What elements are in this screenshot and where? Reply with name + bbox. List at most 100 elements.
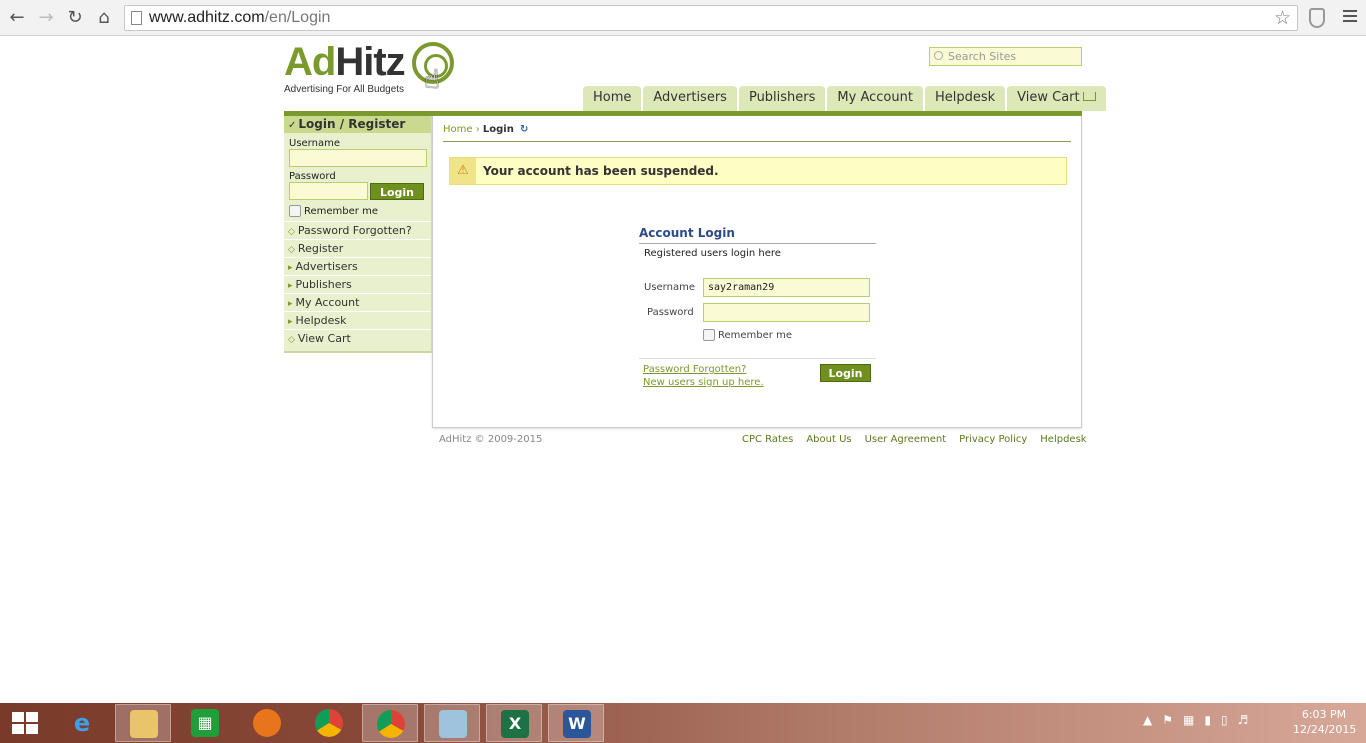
extension-shield-icon[interactable]	[1309, 8, 1325, 28]
breadcrumb: Home › Login ↻	[443, 124, 528, 135]
network-signal-icon[interactable]: ▯	[1221, 713, 1228, 727]
login-divider	[639, 358, 876, 359]
username-field[interactable]: say2raman29	[703, 278, 870, 297]
browser-menu-icon[interactable]	[1343, 10, 1357, 25]
taskbar-internet-explorer[interactable]: e	[54, 704, 110, 742]
start-windows-icon[interactable]	[12, 712, 38, 734]
nav-view-cart[interactable]: View Cart	[1007, 86, 1106, 111]
internet-explorer-icon: e	[73, 709, 91, 737]
breadcrumb-home-link[interactable]: Home	[443, 124, 473, 135]
site-tagline: Advertising For All Budgets	[284, 84, 405, 95]
taskbar-chrome[interactable]	[301, 704, 357, 742]
address-bar[interactable]: www.adhitz.com/en/Login ☆	[124, 5, 1298, 31]
password-label: Password	[647, 307, 694, 318]
signup-link[interactable]: New users sign up here.	[643, 377, 764, 388]
taskbar-firefox[interactable]	[239, 704, 295, 742]
home-icon[interactable]: ⌂	[93, 7, 115, 29]
cart-icon	[1082, 92, 1096, 101]
notepad-icon	[439, 710, 467, 738]
sidebar-link-helpdesk[interactable]: ▸ Helpdesk	[284, 311, 431, 329]
breadcrumb-separator: ›	[475, 124, 480, 135]
forward-icon[interactable]: →	[35, 7, 57, 29]
password-field[interactable]	[703, 303, 870, 322]
sidebar-login-button[interactable]: Login	[370, 182, 424, 200]
sidebar-link-password-forgotten[interactable]: ◇ Password Forgotten?	[284, 221, 431, 239]
diamond-bullet-icon: ◇	[288, 227, 295, 237]
back-icon[interactable]: ←	[6, 7, 28, 29]
taskbar-excel[interactable]: X	[486, 704, 542, 742]
diamond-bullet-icon: ◇	[288, 245, 295, 255]
firefox-icon	[253, 709, 281, 737]
taskbar-clock[interactable]: 6:03 PM 12/24/2015	[1293, 707, 1357, 737]
page-icon	[131, 11, 142, 25]
footer-link-privacy-policy[interactable]: Privacy Policy	[959, 434, 1027, 445]
main-panel: Home › Login ↻ ⚠ Your account has been s…	[432, 116, 1082, 428]
warning-icon: ⚠	[450, 158, 476, 184]
nav-home[interactable]: Home	[583, 86, 642, 111]
arrow-bullet-icon: ▸	[288, 281, 293, 291]
store-icon: ▦	[191, 709, 219, 737]
refresh-icon[interactable]: ↻	[520, 124, 528, 135]
site-logo[interactable]: AdHitz Advertising For All Budgets	[284, 42, 406, 95]
volume-icon[interactable]: ♬	[1238, 713, 1249, 727]
arrow-bullet-icon: ▸	[288, 263, 293, 273]
breadcrumb-divider	[443, 141, 1071, 142]
logo-hand-cursor-icon: ☝	[424, 65, 440, 95]
login-title: Account Login	[639, 226, 876, 244]
nav-advertisers[interactable]: Advertisers	[643, 86, 737, 111]
search-icon	[934, 51, 943, 60]
folder-icon	[130, 710, 158, 738]
sidebar-password-input[interactable]	[289, 182, 368, 200]
account-login-form: Account Login Registered users login her…	[639, 226, 876, 388]
footer-link-user-agreement[interactable]: User Agreement	[865, 434, 947, 445]
alert-message: Your account has been suspended.	[483, 164, 719, 178]
footer-links: CPC Rates About Us User Agreement Privac…	[742, 434, 1087, 445]
remember-me-label: Remember me	[718, 330, 792, 341]
remember-me-checkbox[interactable]	[703, 329, 715, 341]
excel-icon: X	[501, 710, 529, 738]
login-subtitle: Registered users login here	[644, 248, 781, 259]
clock-date: 12/24/2015	[1293, 723, 1357, 736]
word-icon: W	[563, 710, 591, 738]
system-tray: ▲ ⚑ ▦ ▮ ▯ ♬	[1143, 713, 1248, 727]
site-search-input[interactable]: Search Sites	[929, 47, 1082, 66]
footer-link-about-us[interactable]: About Us	[806, 434, 851, 445]
suspension-alert: ⚠ Your account has been suspended.	[449, 157, 1067, 185]
sidebar-link-register[interactable]: ◇ Register	[284, 239, 431, 257]
taskbar-notepad[interactable]	[424, 704, 480, 742]
chrome-icon	[315, 709, 343, 737]
nav-helpdesk[interactable]: Helpdesk	[924, 86, 1006, 111]
username-label: Username	[644, 282, 695, 293]
reload-icon[interactable]: ↻	[64, 7, 86, 29]
taskbar-store[interactable]: ▦	[177, 704, 233, 742]
sidebar-username-input[interactable]	[289, 149, 427, 167]
sidebar-link-advertisers[interactable]: ▸ Advertisers	[284, 257, 431, 275]
action-center-flag-icon[interactable]: ⚑	[1162, 713, 1173, 727]
arrow-bullet-icon: ▸	[288, 299, 293, 309]
sidebar-link-my-account[interactable]: ▸ My Account	[284, 293, 431, 311]
sidebar: ✓ Login / Register Username Password Logi…	[284, 116, 432, 353]
password-forgotten-link[interactable]: Password Forgotten?	[643, 364, 746, 375]
show-hidden-icons-icon[interactable]: ▲	[1143, 713, 1152, 727]
sidebar-username-label: Username	[289, 138, 340, 149]
windows-flag-icon[interactable]: ▦	[1183, 713, 1194, 727]
sidebar-link-view-cart[interactable]: ◇ View Cart	[284, 329, 431, 347]
taskbar-word[interactable]: W	[548, 704, 604, 742]
taskbar-file-explorer[interactable]	[115, 704, 171, 742]
chrome-icon	[377, 710, 405, 738]
nav-my-account[interactable]: My Account	[827, 86, 923, 111]
bookmark-star-icon[interactable]: ☆	[1274, 7, 1291, 29]
sidebar-heading[interactable]: ✓ Login / Register	[284, 116, 431, 133]
sidebar-link-publishers[interactable]: ▸ Publishers	[284, 275, 431, 293]
nav-publishers[interactable]: Publishers	[738, 86, 826, 111]
footer-link-cpc-rates[interactable]: CPC Rates	[742, 434, 793, 445]
footer-link-helpdesk[interactable]: Helpdesk	[1040, 434, 1086, 445]
arrow-bullet-icon: ▸	[288, 317, 293, 327]
power-icon[interactable]: ▮	[1204, 713, 1211, 727]
top-nav: Home Advertisers Publishers My Account H…	[583, 86, 1106, 111]
sidebar-remember-label: Remember me	[304, 206, 378, 217]
breadcrumb-current: Login	[482, 124, 514, 135]
taskbar-chrome-active[interactable]	[362, 704, 418, 742]
login-button[interactable]: Login	[820, 364, 871, 382]
sidebar-remember-checkbox[interactable]	[289, 205, 301, 217]
